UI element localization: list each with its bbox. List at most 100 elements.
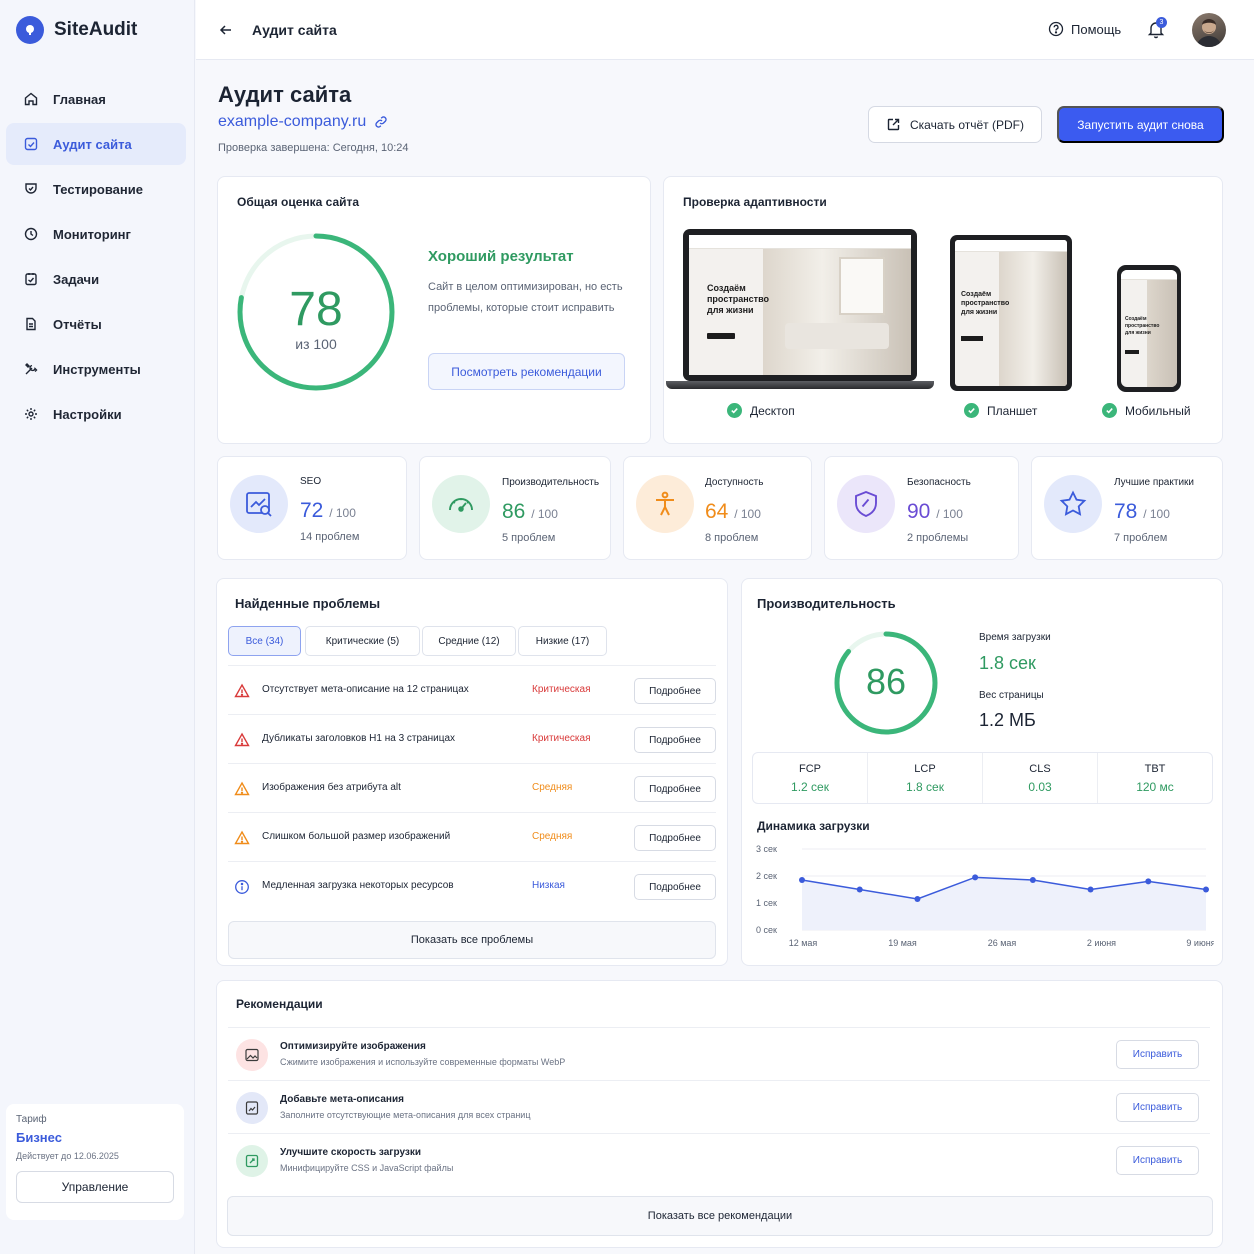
device-tablet-status: Планшет xyxy=(964,403,1037,418)
sidebar-nav: Главная Аудит сайта Тестирование Монитор… xyxy=(6,78,186,438)
verdict-description: Сайт в целом оптимизирован, но есть проб… xyxy=(428,281,623,314)
data-point xyxy=(1203,886,1209,893)
notification-badge: 3 xyxy=(1156,17,1167,28)
metric-label: Безопасность xyxy=(907,477,971,488)
sidebar-item-tools[interactable]: Инструменты xyxy=(6,348,186,390)
metric-label: Доступность xyxy=(705,477,764,488)
check-status: Проверка завершена: Сегодня, 10:24 xyxy=(218,142,409,154)
data-point xyxy=(1145,878,1152,885)
device-label: Планшет xyxy=(987,403,1038,418)
fix-button[interactable]: Исправить xyxy=(1116,1093,1199,1122)
topbar: Аудит сайта Помощь 3 xyxy=(196,0,1254,60)
recommendation-row: Улучшите скорость загрузки Минифицируйте… xyxy=(228,1133,1210,1186)
fix-button[interactable]: Исправить xyxy=(1116,1040,1199,1069)
sidebar-item-label: Отчёты xyxy=(53,316,102,332)
metric-score: 64 / 100 xyxy=(705,500,761,523)
card-title: Проверка адаптивности xyxy=(683,195,827,209)
audit-icon xyxy=(24,137,38,151)
rerun-audit-button[interactable]: Запустить аудит снова xyxy=(1057,106,1224,143)
tab-critical[interactable]: Критические (5) xyxy=(305,626,420,656)
brand-name: SiteAudit xyxy=(54,19,138,40)
issue-row: Медленная загрузка некоторых ресурсов Ни… xyxy=(228,861,716,910)
sidebar: SiteAudit Главная Аудит сайта Тестирован… xyxy=(0,0,195,1254)
metric-score: 72 / 100 xyxy=(300,499,356,522)
recommendation-title: Оптимизируйте изображения xyxy=(280,1041,426,1052)
warning-triangle-icon xyxy=(234,781,250,796)
score-ring: 78 из 100 xyxy=(236,232,396,392)
core-web-vitals: FCP 1.2 сек LCP 1.8 сек CLS 0.03 TBT 120 мс xyxy=(752,752,1213,804)
issue-severity: Средняя xyxy=(532,782,573,793)
back-arrow-icon[interactable] xyxy=(218,22,234,38)
issue-text: Слишком большой размер изображений xyxy=(262,831,451,842)
issue-details-button[interactable]: Подробнее xyxy=(634,678,716,704)
metric-card-seo[interactable]: SEO 72 / 100 14 проблем xyxy=(217,456,407,560)
card-title: Общая оценка сайта xyxy=(237,195,360,209)
desktop-preview: Создаём пространство для жизни xyxy=(666,229,934,391)
recommendation-subtitle: Минифицируйте CSS и JavaScript файлы xyxy=(280,1163,454,1173)
issue-row: Изображения без атрибута alt Средняя Под… xyxy=(228,763,716,812)
x-tick-label: 26 мая xyxy=(988,938,1017,948)
avatar[interactable] xyxy=(1192,13,1226,47)
logo[interactable]: SiteAudit xyxy=(16,16,137,44)
metric-card-security[interactable]: Безопасность 90 / 100 2 проблемы xyxy=(824,456,1019,560)
y-tick-label: 2 сек xyxy=(756,871,777,881)
sidebar-item-audit[interactable]: Аудит сайта xyxy=(6,123,186,165)
data-point xyxy=(799,877,805,884)
show-all-recommendations-button[interactable]: Показать все рекомендации xyxy=(227,1196,1213,1236)
download-pdf-button[interactable]: Скачать отчёт (PDF) xyxy=(868,106,1042,143)
metric-card-best-practices[interactable]: Лучшие практики 78 / 100 7 проблем xyxy=(1031,456,1223,560)
recommendation-subtitle: Заполните отсутствующие мета-описания дл… xyxy=(280,1110,531,1120)
show-all-issues-button[interactable]: Показать все проблемы xyxy=(228,921,716,959)
logo-icon xyxy=(16,16,44,44)
overall-score-max: из 100 xyxy=(295,336,337,352)
sidebar-item-tasks[interactable]: Задачи xyxy=(6,258,186,300)
performance-title: Производительность xyxy=(757,596,896,611)
sidebar-item-reports[interactable]: Отчёты xyxy=(6,303,186,345)
sidebar-item-monitoring[interactable]: Мониторинг xyxy=(6,213,186,255)
issue-details-button[interactable]: Подробнее xyxy=(634,825,716,851)
recommendation-title: Добавьте мета-описания xyxy=(280,1094,404,1105)
tab-low[interactable]: Низкие (17) xyxy=(518,626,607,656)
fix-button[interactable]: Исправить xyxy=(1116,1146,1199,1175)
metric-card-performance[interactable]: Производительность 86 / 100 5 проблем xyxy=(419,456,611,560)
sidebar-item-testing[interactable]: Тестирование xyxy=(6,168,186,210)
y-tick-label: 1 сек xyxy=(756,898,777,908)
tab-medium[interactable]: Средние (12) xyxy=(422,626,516,656)
issue-details-button[interactable]: Подробнее xyxy=(634,776,716,802)
metric-card-accessibility[interactable]: Доступность 64 / 100 8 проблем xyxy=(623,456,812,560)
issue-severity: Критическая xyxy=(532,733,591,744)
check-circle-icon xyxy=(964,403,979,418)
plan-label: Тариф xyxy=(16,1114,47,1125)
tablet-preview: Создаём пространство для жизни xyxy=(950,235,1072,391)
overall-score: 78 xyxy=(289,283,343,336)
plan-valid: Действует до 12.06.2025 xyxy=(16,1151,119,1161)
tab-all[interactable]: Все (34) xyxy=(228,626,301,656)
sidebar-item-label: Задачи xyxy=(53,271,100,287)
sidebar-item-home[interactable]: Главная xyxy=(6,78,186,120)
view-recommendations-button[interactable]: Посмотреть рекомендации xyxy=(428,353,625,390)
metric-score: 78 / 100 xyxy=(1114,500,1170,523)
warning-triangle-icon xyxy=(234,732,250,747)
issue-text: Изображения без атрибута alt xyxy=(262,782,401,793)
sidebar-item-settings[interactable]: Настройки xyxy=(6,393,186,435)
x-tick-label: 9 июня xyxy=(1186,938,1214,948)
issue-details-button[interactable]: Подробнее xyxy=(634,874,716,900)
speedometer-icon xyxy=(432,475,490,533)
data-point xyxy=(914,895,921,902)
page-weight-label: Вес страницы xyxy=(979,690,1044,701)
site-domain-link[interactable]: example-company.ru xyxy=(218,113,388,131)
device-label: Мобильный xyxy=(1125,403,1191,418)
mobile-hero-text: Создаём пространство для жизни xyxy=(1125,316,1160,336)
issue-severity: Критическая xyxy=(532,684,591,695)
desktop-hero-text: Создаём пространство для жизни xyxy=(707,283,769,315)
external-link-icon xyxy=(887,118,900,131)
overall-score-card: Общая оценка сайта 78 из 100 Хороший рез… xyxy=(217,176,651,444)
issue-details-button[interactable]: Подробнее xyxy=(634,727,716,753)
metric-score: 90 / 100 xyxy=(907,500,963,523)
recommendation-row: Добавьте мета-описания Заполните отсутст… xyxy=(228,1080,1210,1133)
topbar-title: Аудит сайта xyxy=(252,22,337,38)
manage-plan-button[interactable]: Управление xyxy=(16,1171,174,1203)
check-circle-icon xyxy=(727,403,742,418)
help-link[interactable]: Помощь xyxy=(1048,21,1121,37)
performance-ring: 86 xyxy=(834,631,938,735)
